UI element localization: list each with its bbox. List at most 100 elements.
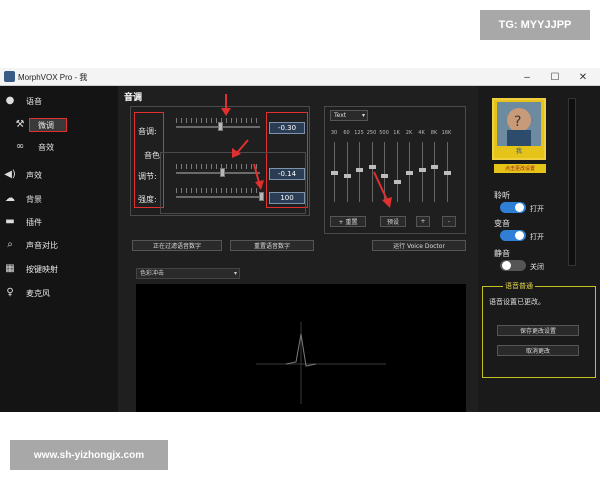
strength-label: 强度: <box>138 195 157 204</box>
sidebar-item-voice[interactable]: ● 语音 <box>0 92 118 110</box>
sidebar-item-label: 麦克风 <box>26 289 50 298</box>
sidebar-item-label: 声音对比 <box>26 241 58 250</box>
avatar[interactable]: ? 我 <box>492 98 546 160</box>
notice-text: 语音设置已更改。 <box>489 298 545 306</box>
cancel-changes-button[interactable]: 取消更改 <box>497 345 579 356</box>
eq-preset-button[interactable]: 预设 <box>380 216 406 227</box>
eq-band-thumb[interactable] <box>356 168 363 173</box>
right-panel: ? 我 点击更改设置 聆听 打开 变音 打开 静音 关闭 语音普通 语音设置已更… <box>478 86 600 412</box>
app-logo-icon <box>4 71 15 82</box>
eq-preset-value: Text <box>334 112 347 119</box>
eq-band-label: 4K <box>418 130 425 136</box>
eq-band-label: 8K <box>430 130 438 136</box>
sidebar-item-background[interactable]: ☁ 背景 <box>0 190 118 208</box>
sidebar-item-label: 插件 <box>26 218 42 227</box>
window-title: MorphVOX Pro - 我 <box>18 73 88 82</box>
display-mode-select[interactable]: 色彩冲击 ▾ <box>136 268 240 279</box>
morph-label: 变音 <box>494 219 510 228</box>
eq-band-thumb[interactable] <box>443 171 451 175</box>
sidebar-item-sound[interactable]: ◀) 声效 <box>0 166 118 184</box>
effects-icon: ∞ <box>15 141 25 152</box>
plugin-icon: ▬ <box>5 216 15 227</box>
notice-title: 语音普通 <box>503 281 535 291</box>
eq-band-label: 30 <box>330 130 338 136</box>
alter-voice-button[interactable]: 正在过滤语音数字 <box>132 240 222 251</box>
listen-state: 打开 <box>530 205 544 213</box>
avatar-settings-button[interactable]: 点击更改设置 <box>494 164 546 173</box>
sidebar-item-label: 声效 <box>26 171 42 180</box>
waveform-graphic <box>256 322 386 404</box>
watermark-top: TG: MYYJJPP <box>480 10 590 40</box>
page: TG: MYYJJPP MorphVOX Pro - 我 – ☐ ✕ ● 语音 … <box>0 0 600 480</box>
listen-label: 聆听 <box>494 191 510 200</box>
adjust-label: 调节: <box>138 172 157 181</box>
sidebar-item-hotkeys[interactable]: ▦ 按键映射 <box>0 260 118 278</box>
morphvox-window: MorphVOX Pro - 我 – ☐ ✕ ● 语音 ⚒ 微调 ∞ 音效 ◀)… <box>0 68 600 412</box>
title-bar: MorphVOX Pro - 我 – ☐ ✕ <box>0 68 600 86</box>
voice-doctor-button[interactable]: 运行 Voice Doctor <box>372 240 466 251</box>
eq-band-label: 2K <box>405 130 413 136</box>
sidebar-item-microphone[interactable]: ♀ 麦克风 <box>0 284 118 302</box>
listen-toggle[interactable] <box>500 202 526 213</box>
speaker-icon: ● <box>5 95 15 106</box>
sidebar-item-compare[interactable]: ⌕ 声音对比 <box>0 236 118 254</box>
toggle-knob <box>515 203 524 212</box>
sidebar: ● 语音 ⚒ 微调 ∞ 音效 ◀) 声效 ☁ 背景 ▬ 插件 ⌕ 声音对比 ▦ … <box>0 86 118 412</box>
watermark-bottom: www.sh-yizhongjx.com <box>10 440 168 470</box>
display-mode-value: 色彩冲击 <box>140 270 165 277</box>
timbre-group-label: 音色 <box>144 151 160 160</box>
sidebar-item-label: 音效 <box>38 143 54 152</box>
avatar-image: ? <box>497 102 541 146</box>
close-button[interactable]: ✕ <box>576 70 590 84</box>
sidebar-item-label: 微调 <box>38 121 54 130</box>
voice-visualizer <box>136 284 466 412</box>
page-title: 音调 <box>124 93 143 103</box>
mute-label: 静音 <box>494 249 510 258</box>
svg-text:?: ? <box>514 114 521 130</box>
eq-add-button[interactable]: + <box>416 216 430 227</box>
pitch-label: 音调: <box>138 127 157 136</box>
maximize-button[interactable]: ☐ <box>548 70 562 84</box>
eq-band-thumb[interactable] <box>368 165 376 170</box>
annotation-arrow <box>373 171 392 208</box>
eq-band-label: 1K <box>393 130 400 136</box>
sidebar-item-tweak[interactable]: ⚒ 微调 <box>0 116 118 134</box>
eq-preset-select[interactable]: Text ▾ <box>330 110 368 121</box>
eq-band-label: 250 <box>366 130 377 136</box>
toggle-knob <box>515 231 524 240</box>
mute-state: 关闭 <box>530 263 544 271</box>
eq-band-track[interactable] <box>346 142 348 202</box>
main-panel: 音调 音调: -0.30 音色 调节: -0.14 强度: 100 Text ▾… <box>118 86 478 412</box>
level-meter <box>568 98 576 266</box>
keyboard-icon: ▦ <box>5 263 15 274</box>
volume-icon: ◀) <box>4 169 16 180</box>
eq-band-thumb[interactable] <box>431 165 438 170</box>
reset-voice-button[interactable]: 重置语音数字 <box>230 240 314 251</box>
chevron-down-icon: ▾ <box>361 112 365 119</box>
eq-band-track[interactable] <box>434 142 435 202</box>
eq-band-thumb[interactable] <box>331 171 338 175</box>
sidebar-item-label: 按键映射 <box>26 265 58 274</box>
eq-remove-button[interactable]: - <box>442 216 456 227</box>
save-changes-button[interactable]: 保存更改设置 <box>497 325 579 336</box>
notice-box: 语音普通 语音设置已更改。 保存更改设置 取消更改 <box>482 281 596 378</box>
morph-state: 打开 <box>530 233 544 241</box>
eq-band-label: 500 <box>379 130 389 136</box>
cloud-icon: ☁ <box>5 193 15 204</box>
sidebar-item-label: 背景 <box>26 195 42 204</box>
minimize-button[interactable]: – <box>520 70 534 84</box>
eq-band-thumb[interactable] <box>343 173 351 178</box>
morph-toggle[interactable] <box>500 230 526 241</box>
eq-band-thumb[interactable] <box>418 168 426 173</box>
eq-band-label: 16K <box>441 130 452 136</box>
sidebar-item-label: 语音 <box>26 97 42 106</box>
eq-band-thumb[interactable] <box>406 171 413 175</box>
chevron-down-icon: ▾ <box>233 270 237 277</box>
sidebar-item-effects[interactable]: ∞ 音效 <box>0 138 118 156</box>
eq-reset-button[interactable]: + 重置 <box>330 216 366 227</box>
avatar-caption: 我 <box>515 148 522 155</box>
annotation-arrows <box>221 94 264 190</box>
mute-toggle[interactable] <box>500 260 526 271</box>
toggle-knob <box>502 261 511 270</box>
sidebar-item-plugins[interactable]: ▬ 插件 <box>0 213 118 231</box>
